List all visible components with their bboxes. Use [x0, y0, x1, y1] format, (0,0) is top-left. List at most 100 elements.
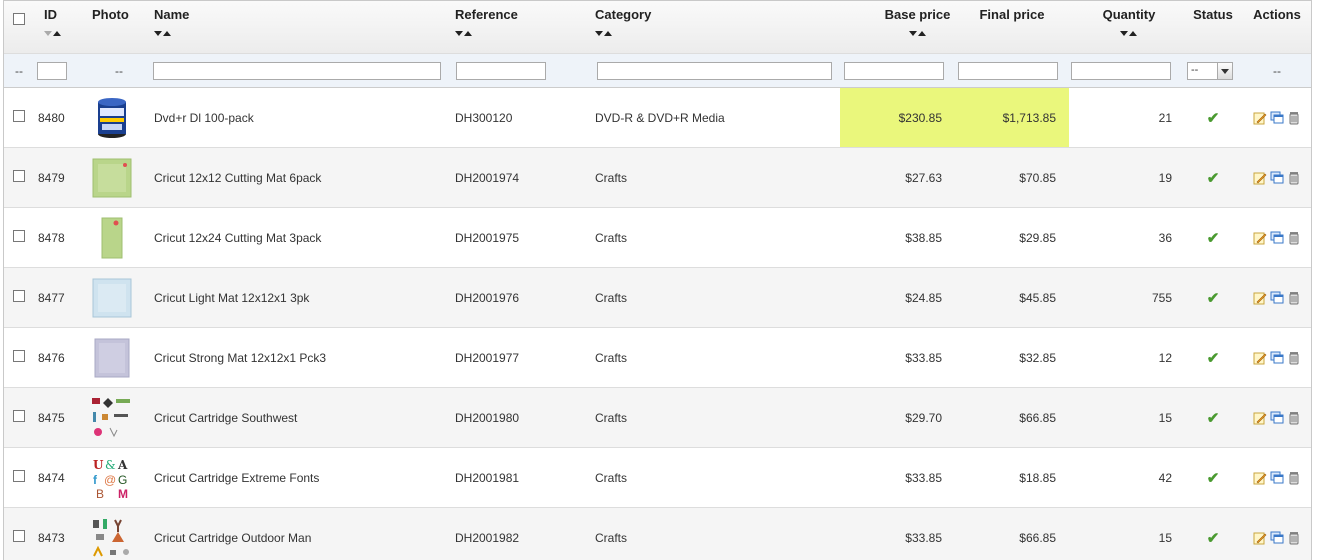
sort-desc-icon[interactable]	[595, 31, 603, 36]
sort-desc-icon[interactable]	[44, 31, 52, 36]
filter-reference-input[interactable]	[456, 62, 546, 80]
edit-icon[interactable]	[1253, 231, 1267, 245]
edit-icon[interactable]	[1253, 411, 1267, 425]
duplicate-icon[interactable]	[1270, 471, 1284, 485]
row-checkbox[interactable]	[13, 110, 25, 122]
sort-desc-icon[interactable]	[154, 31, 162, 36]
col-base-price[interactable]: Base price	[840, 1, 955, 54]
delete-icon[interactable]	[1287, 531, 1301, 545]
table-row[interactable]: 8480Dvd+r Dl 100-packDH300120DVD-R & DVD…	[4, 88, 1311, 148]
delete-icon[interactable]	[1287, 291, 1301, 305]
row-base-price: $29.70	[840, 388, 955, 448]
row-checkbox[interactable]	[13, 230, 25, 242]
duplicate-icon[interactable]	[1270, 291, 1284, 305]
blue-mat-image	[90, 276, 134, 320]
table-row[interactable]: 8476Cricut Strong Mat 12x12x1 Pck3DH2001…	[4, 328, 1311, 388]
sort-desc-icon[interactable]	[455, 31, 463, 36]
row-final-price: $32.85	[955, 328, 1069, 388]
row-checkbox[interactable]	[13, 290, 25, 302]
col-name[interactable]: Name	[152, 1, 455, 54]
row-base-price: $24.85	[840, 268, 955, 328]
edit-icon[interactable]	[1253, 531, 1267, 545]
status-enabled-check-icon[interactable]: ✔	[1207, 349, 1220, 367]
col-reference[interactable]: Reference	[455, 1, 595, 54]
filter-id-input[interactable]	[37, 62, 67, 80]
row-name[interactable]: Cricut Cartridge Extreme Fonts	[152, 448, 455, 508]
status-enabled-check-icon[interactable]: ✔	[1207, 469, 1220, 487]
row-actions	[1253, 351, 1311, 365]
sort-desc-icon[interactable]	[1120, 31, 1128, 36]
delete-icon[interactable]	[1287, 111, 1301, 125]
row-id: 8473	[34, 508, 86, 560]
status-enabled-check-icon[interactable]: ✔	[1207, 109, 1220, 127]
delete-icon[interactable]	[1287, 231, 1301, 245]
row-name[interactable]: Dvd+r Dl 100-pack	[152, 88, 455, 148]
row-reference: DH2001975	[455, 208, 595, 268]
edit-icon[interactable]	[1253, 111, 1267, 125]
row-name[interactable]: Cricut Strong Mat 12x12x1 Pck3	[152, 328, 455, 388]
row-base-price: $33.85	[840, 448, 955, 508]
row-name[interactable]: Cricut 12x12 Cutting Mat 6pack	[152, 148, 455, 208]
duplicate-icon[interactable]	[1270, 531, 1284, 545]
svg-text:f: f	[93, 473, 98, 487]
filter-final-price-input[interactable]	[958, 62, 1058, 80]
status-enabled-check-icon[interactable]: ✔	[1207, 229, 1220, 247]
delete-icon[interactable]	[1287, 411, 1301, 425]
edit-icon[interactable]	[1253, 171, 1267, 185]
edit-icon[interactable]	[1253, 351, 1267, 365]
row-checkbox[interactable]	[13, 530, 25, 542]
sort-asc-icon[interactable]	[604, 31, 612, 36]
row-final-price: $66.85	[955, 388, 1069, 448]
row-name[interactable]: Cricut 12x24 Cutting Mat 3pack	[152, 208, 455, 268]
filter-name-input[interactable]	[153, 62, 441, 80]
row-checkbox[interactable]	[13, 410, 25, 422]
delete-icon[interactable]	[1287, 171, 1301, 185]
sort-asc-icon[interactable]	[1129, 31, 1137, 36]
col-quantity[interactable]: Quantity	[1069, 1, 1183, 54]
table-row[interactable]: 8478Cricut 12x24 Cutting Mat 3packDH2001…	[4, 208, 1311, 268]
delete-icon[interactable]	[1287, 471, 1301, 485]
duplicate-icon[interactable]	[1270, 171, 1284, 185]
table-row[interactable]: 8477Cricut Light Mat 12x12x1 3pkDH200197…	[4, 268, 1311, 328]
row-checkbox[interactable]	[13, 470, 25, 482]
sort-asc-icon[interactable]	[464, 31, 472, 36]
row-final-price: $66.85	[955, 508, 1069, 560]
edit-icon[interactable]	[1253, 291, 1267, 305]
row-quantity: 42	[1069, 448, 1183, 508]
duplicate-icon[interactable]	[1270, 111, 1284, 125]
sort-asc-icon[interactable]	[918, 31, 926, 36]
filter-base-price-input[interactable]	[844, 62, 944, 80]
row-checkbox[interactable]	[13, 170, 25, 182]
delete-icon[interactable]	[1287, 351, 1301, 365]
duplicate-icon[interactable]	[1270, 231, 1284, 245]
filter-category-input[interactable]	[597, 62, 832, 80]
select-all-checkbox[interactable]	[13, 13, 25, 25]
filter-status-select[interactable]: --	[1187, 62, 1233, 80]
row-name[interactable]: Cricut Cartridge Southwest	[152, 388, 455, 448]
row-category: Crafts	[595, 448, 840, 508]
table-row[interactable]: 8475Cricut Cartridge SouthwestDH2001980C…	[4, 388, 1311, 448]
sort-desc-icon[interactable]	[909, 31, 917, 36]
fonts-cartridge-image: U&Af@GBM	[90, 456, 134, 500]
svg-text:M: M	[118, 487, 128, 500]
row-id: 8476	[34, 328, 86, 388]
row-name[interactable]: Cricut Light Mat 12x12x1 3pk	[152, 268, 455, 328]
sort-asc-icon[interactable]	[53, 31, 61, 36]
table-row[interactable]: 8473Cricut Cartridge Outdoor ManDH200198…	[4, 508, 1311, 560]
col-id[interactable]: ID	[34, 1, 86, 54]
status-enabled-check-icon[interactable]: ✔	[1207, 169, 1220, 187]
status-enabled-check-icon[interactable]: ✔	[1207, 409, 1220, 427]
duplicate-icon[interactable]	[1270, 411, 1284, 425]
status-enabled-check-icon[interactable]: ✔	[1207, 289, 1220, 307]
duplicate-icon[interactable]	[1270, 351, 1284, 365]
filter-quantity-input[interactable]	[1071, 62, 1171, 80]
status-enabled-check-icon[interactable]: ✔	[1207, 529, 1220, 547]
row-checkbox[interactable]	[13, 350, 25, 362]
row-name[interactable]: Cricut Cartridge Outdoor Man	[152, 508, 455, 560]
col-category[interactable]: Category	[595, 1, 840, 54]
col-final-price[interactable]: Final price	[955, 1, 1069, 54]
sort-asc-icon[interactable]	[163, 31, 171, 36]
table-row[interactable]: 8474U&Af@GBMCricut Cartridge Extreme Fon…	[4, 448, 1311, 508]
table-row[interactable]: 8479Cricut 12x12 Cutting Mat 6packDH2001…	[4, 148, 1311, 208]
edit-icon[interactable]	[1253, 471, 1267, 485]
